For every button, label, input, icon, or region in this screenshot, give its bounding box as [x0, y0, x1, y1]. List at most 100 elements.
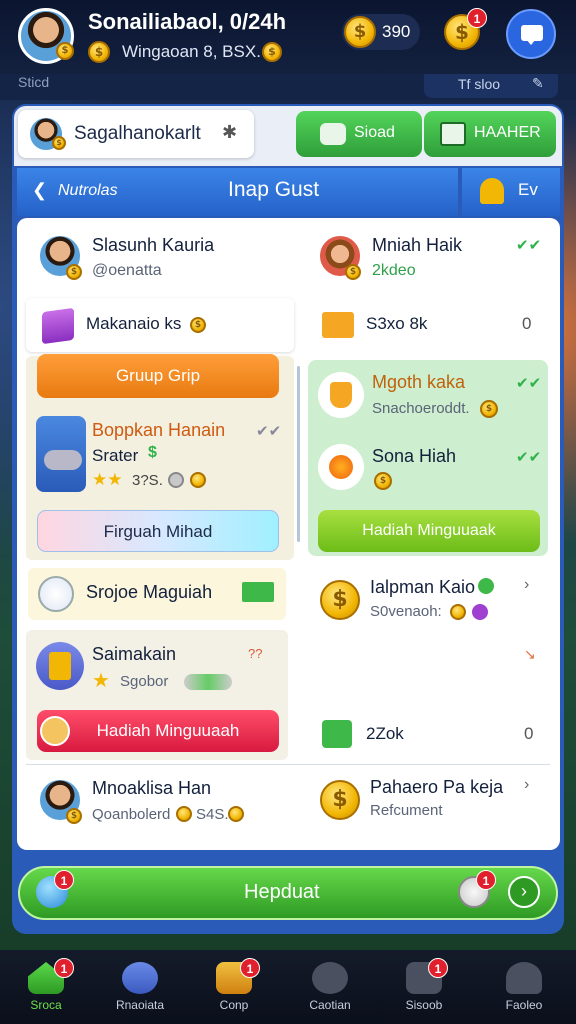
shield-icon — [312, 962, 348, 994]
stat-label: 2Zok — [366, 724, 404, 743]
check-icon: ✔✔ — [516, 448, 542, 466]
notification-badge: 1 — [54, 870, 74, 890]
header-subtitle: Wingaoan 8, BSX. — [122, 42, 261, 61]
coin-icon — [450, 604, 466, 620]
strip-right-label: Tf sloo — [458, 76, 501, 92]
game-rating: 3?S. — [132, 472, 163, 489]
nav-item-market[interactable]: Caotian — [290, 958, 370, 1018]
list-icon — [440, 122, 466, 146]
nav-label: Caotian — [309, 998, 351, 1012]
document-icon — [49, 652, 71, 680]
scrollbar[interactable] — [297, 366, 300, 542]
envelope-icon — [322, 312, 354, 338]
reward-label: Mgoth kaka — [372, 372, 466, 392]
nav-badge: 1 — [428, 958, 448, 978]
row-item-label: Makanaio ks — [86, 314, 182, 333]
promo-item-sub: S0venaoh: — [370, 603, 442, 620]
coin-icon: $ — [344, 16, 376, 48]
game-title: Boppkan Hanain — [92, 420, 226, 440]
game-sub: Srater — [92, 446, 139, 465]
coin-icon — [228, 806, 244, 822]
back-arrow-icon[interactable]: ❮ — [32, 180, 47, 201]
nav-label: Faoleo — [505, 998, 543, 1012]
nav-item-home[interactable]: 1 Sroca — [6, 958, 86, 1018]
ball-icon — [38, 576, 74, 612]
coin-count: 390 — [382, 22, 411, 41]
coin-icon: $ — [345, 264, 361, 280]
gift-icon — [40, 716, 70, 746]
coin-icon: $ — [374, 472, 392, 490]
star-icon: ★ — [92, 668, 110, 692]
check-icon: ✔✔ — [256, 422, 282, 440]
nav-item-chat[interactable]: 1 Sisoob — [384, 958, 464, 1018]
nav-badge: 1 — [54, 958, 74, 978]
cta-label: Hepduat — [244, 881, 320, 903]
nav-label: Sroca — [30, 998, 62, 1012]
bell-icon — [480, 178, 504, 204]
chevron-right-icon[interactable]: › — [524, 776, 529, 794]
notification-badge: 1 — [467, 8, 487, 28]
player-handle: @oenatta — [92, 262, 162, 279]
row-item-count: 0 — [522, 314, 532, 333]
tab-sioad[interactable]: Sioad — [296, 111, 422, 157]
player-handle: 2kdeo — [372, 262, 416, 279]
game-card-button[interactable]: Firguah Mihad — [37, 510, 279, 552]
reward-button[interactable]: Hadiah Minguuaak — [318, 510, 540, 552]
chip-name: Sagalhanokarlt — [74, 123, 201, 144]
coin-icon — [190, 472, 206, 488]
divider — [26, 764, 550, 765]
tab-label: HAAHER — [474, 124, 541, 141]
check-icon: ✔✔ — [516, 374, 542, 392]
user-icon — [506, 962, 542, 994]
group-button[interactable]: Gruup Grip — [37, 354, 279, 398]
whistle-icon — [44, 450, 82, 470]
bottom-player-sub: Qoanbolerd — [92, 806, 171, 823]
status-icon — [478, 578, 494, 594]
chat-button[interactable] — [506, 9, 556, 59]
star-icons: ★★ — [92, 470, 123, 490]
tab-label: Sioad — [354, 124, 395, 141]
puzzle-icon: ✱ — [222, 122, 238, 142]
reward-sub: Snachoeroddt. — [372, 400, 470, 417]
check-icon: ✔✔ — [516, 236, 542, 254]
team-icon — [122, 962, 158, 994]
panel-title: Inap Gust — [228, 178, 320, 201]
bottom-reward-sub: Refcument — [370, 802, 443, 819]
arrow-icon: ↘ — [524, 646, 536, 662]
promo-item-label: Ialpman Kaio — [370, 577, 476, 597]
header-title: Sonailiabaol, 0/24h — [88, 9, 287, 34]
token-icons — [184, 674, 232, 690]
player-name: Mniah Haik — [372, 235, 463, 255]
chevron-right-icon[interactable]: › — [508, 876, 540, 908]
sun-icon — [329, 455, 353, 479]
bottom-player-name: Mnoaklisa Han — [92, 778, 212, 798]
bottom-reward-label: Pahaero Pa keja — [370, 777, 504, 797]
back-label[interactable]: Nutrolas — [58, 182, 118, 200]
coin-icon: $ — [480, 400, 498, 418]
notification-badge: 1 — [476, 870, 496, 890]
nav-label: Rnaoiata — [115, 998, 165, 1012]
panel-header-right[interactable] — [462, 168, 560, 216]
player-name: Slasunh Kauria — [92, 235, 215, 255]
bottom-player-sub-val: S4S. — [196, 806, 229, 823]
box-icon — [42, 307, 74, 345]
second-card-button[interactable]: Hadiah Minguuaah — [37, 710, 279, 752]
nav-item-comp[interactable]: 1 Conp — [194, 958, 274, 1018]
row-item-label: S3xo 8k — [366, 314, 428, 333]
chart-up-icon — [322, 720, 352, 748]
dollar-icon: $ — [148, 444, 157, 461]
nav-item-profile[interactable]: Faoleo — [484, 958, 564, 1018]
ghost-icon — [320, 123, 346, 145]
trophy-icon — [330, 382, 352, 408]
second-card-title: Saimakain — [92, 644, 177, 664]
nav-label: Conp — [219, 998, 249, 1012]
strip-right-tab[interactable]: Tf sloo ✎ — [424, 74, 558, 98]
coin-icon: $ — [56, 42, 74, 60]
ball-icon — [168, 472, 184, 488]
tab-haaher[interactable]: HAAHER — [424, 111, 556, 157]
second-card-sub: Sgobor — [120, 673, 169, 690]
edit-icon: ✎ — [532, 75, 544, 91]
coin-icon: $ — [88, 41, 110, 63]
nav-item-team[interactable]: Rnaoiata — [100, 958, 180, 1018]
chevron-right-icon[interactable]: › — [524, 576, 529, 594]
